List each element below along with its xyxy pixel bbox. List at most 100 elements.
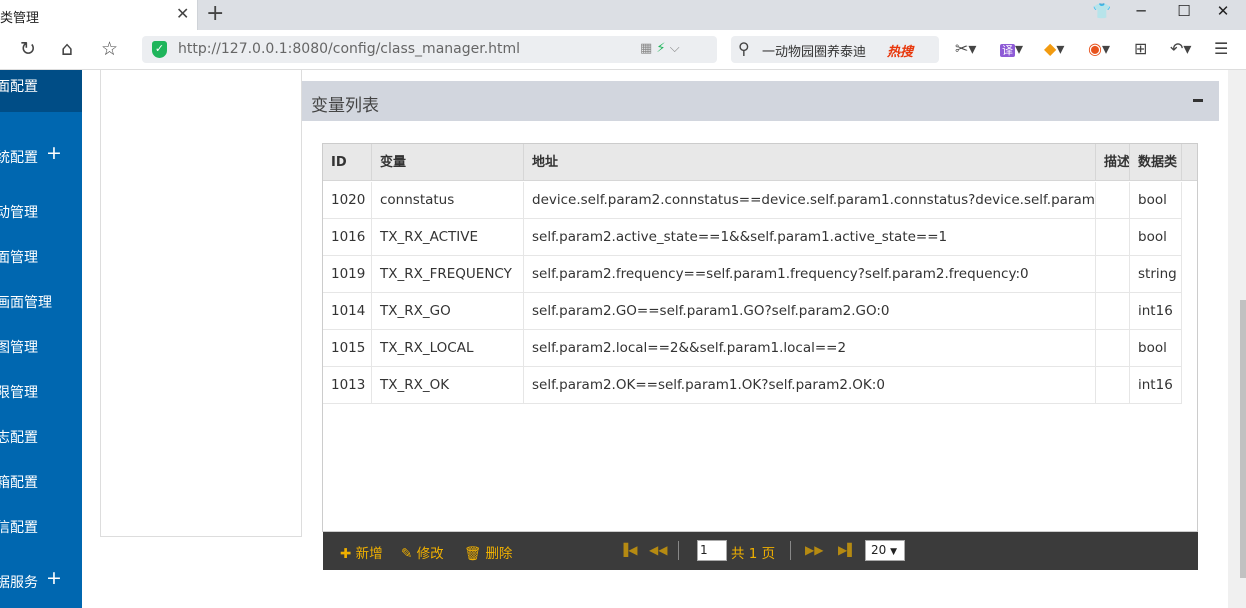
- variable-list-header: 变量列表: [302, 81, 1219, 121]
- url-text[interactable]: http://127.0.0.1:8080/config/class_manag…: [178, 41, 520, 57]
- collapse-icon[interactable]: [1193, 99, 1203, 102]
- column-header-description[interactable]: 描述: [1096, 144, 1130, 181]
- sidebar-item[interactable]: 面管理: [0, 247, 38, 267]
- cell-address: self.param2.active_state==1&&self.param1…: [524, 219, 1096, 256]
- table-row[interactable]: 1015 TX_RX_LOCAL self.param2.local==2&&sel…: [323, 330, 1182, 367]
- sidebar-item[interactable]: 信配置: [0, 517, 38, 537]
- cell-address: self.param2.frequency==self.param1.frequ…: [524, 256, 1096, 293]
- sidebar-item[interactable]: 志配置: [0, 427, 38, 447]
- wallet-icon[interactable]: ◆▾: [1044, 39, 1064, 58]
- sidebar-item[interactable]: 限管理: [0, 382, 38, 402]
- tab-close-icon[interactable]: ✕: [176, 4, 189, 23]
- add-button[interactable]: ✚ 新增: [340, 542, 383, 562]
- cell-variable: connstatus: [372, 182, 524, 219]
- sidebar-item-label: 统配置: [0, 150, 38, 166]
- apps-grid-icon[interactable]: ⊞: [1134, 39, 1147, 58]
- dropdown-arrow-icon: ▼: [890, 547, 898, 557]
- cell-description: [1096, 367, 1130, 404]
- scrollbar-thumb[interactable]: [1240, 300, 1246, 578]
- sidebar-item[interactable]: 画面管理: [0, 292, 52, 312]
- browser-tab[interactable]: 类管理 ✕: [0, 0, 198, 30]
- skin-icon[interactable]: 👕: [1087, 2, 1117, 20]
- cell-id: 1015: [323, 330, 372, 367]
- page-input[interactable]: 1: [697, 540, 727, 561]
- column-header-address[interactable]: 地址: [524, 144, 1096, 181]
- menu-icon[interactable]: ☰: [1214, 39, 1228, 58]
- column-header-datatype[interactable]: 数据类: [1130, 144, 1182, 181]
- hot-search-label[interactable]: 热搜: [887, 41, 913, 60]
- table-row[interactable]: 1014 TX_RX_GO self.param2.GO==self.param1.…: [323, 293, 1182, 330]
- pager-separator: [790, 541, 791, 560]
- sidebar-item-label: 据服务: [0, 575, 38, 591]
- cell-description: [1096, 293, 1130, 330]
- table-row[interactable]: 1020 connstatus device.self.param2.connsta…: [323, 182, 1182, 219]
- security-shield-icon: ✓: [152, 41, 167, 58]
- cell-variable: TX_RX_ACTIVE: [372, 219, 524, 256]
- cell-id: 1014: [323, 293, 372, 330]
- close-window-icon[interactable]: ✕: [1208, 2, 1238, 20]
- expand-plus-icon[interactable]: +: [46, 142, 62, 164]
- page-size-value: 20: [871, 543, 887, 557]
- bookmark-star-icon[interactable]: ☆: [101, 38, 118, 60]
- column-header-variable[interactable]: 变量: [372, 144, 524, 181]
- table-row[interactable]: 1013 TX_RX_OK self.param2.OK==self.param1.…: [323, 367, 1182, 404]
- sidebar-item[interactable]: 箱配置: [0, 472, 38, 492]
- table-row[interactable]: 1016 TX_RX_ACTIVE self.param2.active_state…: [323, 219, 1182, 256]
- tab-title: 类管理: [0, 11, 40, 26]
- cell-variable: TX_RX_LOCAL: [372, 330, 524, 367]
- edit-button[interactable]: ✎ 修改: [401, 542, 444, 562]
- search-text[interactable]: 一动物园圈养泰迪: [762, 41, 866, 60]
- search-icon: ⚲: [738, 39, 750, 58]
- browser-tab-bar: 类管理 ✕ + 👕 ─ ☐ ✕: [0, 0, 1246, 30]
- cell-description: [1096, 219, 1130, 256]
- maximize-icon[interactable]: ☐: [1169, 2, 1199, 20]
- grid-pager: ✚ 新增 ✎ 修改 🗑 删除 ▐◀ ◀◀ 1 共 1 页 ▶▶ ▶▌ 20 ▼: [323, 532, 1198, 570]
- last-page-icon[interactable]: ▶▌: [838, 543, 856, 557]
- delete-label: 删除: [485, 546, 513, 562]
- sidebar-item-label: 面配置: [0, 79, 38, 95]
- table-row[interactable]: 1019 TX_RX_FREQUENCY self.param2.frequency…: [323, 256, 1182, 293]
- cell-datatype: bool: [1130, 219, 1182, 256]
- cell-datatype: int16: [1130, 293, 1182, 330]
- reload-icon[interactable]: ↻: [20, 38, 36, 60]
- game-icon[interactable]: ◉▾: [1088, 39, 1110, 58]
- cell-id: 1020: [323, 182, 372, 219]
- search-box[interactable]: ⚲ 一动物园圈养泰迪 热搜: [731, 36, 939, 63]
- prev-page-icon[interactable]: ◀◀: [649, 543, 667, 557]
- cell-datatype: int16: [1130, 367, 1182, 404]
- undo-icon[interactable]: ↶▾: [1170, 39, 1191, 58]
- translate-icon[interactable]: 译 ▾: [1000, 39, 1023, 58]
- scissors-icon[interactable]: ✂▾: [955, 39, 976, 58]
- cell-datatype: bool: [1130, 330, 1182, 367]
- cell-description: [1096, 182, 1130, 219]
- cell-variable: TX_RX_FREQUENCY: [372, 256, 524, 293]
- delete-button[interactable]: 🗑 删除: [464, 542, 512, 562]
- edit-label: 修改: [416, 546, 444, 562]
- class-tree-panel: [100, 70, 302, 537]
- first-page-icon[interactable]: ▐◀: [619, 543, 637, 557]
- next-page-icon[interactable]: ▶▶: [805, 543, 823, 557]
- cell-datatype: string: [1130, 256, 1182, 293]
- add-label: 新增: [355, 546, 383, 562]
- sidebar-item[interactable]: 动管理: [0, 202, 38, 222]
- sidebar: 面配置 统配置 + 动管理 面管理 画面管理 图管理 限管理 志配置 箱配置 信…: [0, 70, 82, 608]
- new-tab-icon[interactable]: +: [206, 1, 224, 26]
- minimize-icon[interactable]: ─: [1126, 2, 1156, 20]
- browser-nav-bar: ↻ ⌂ ☆ ✓ http://127.0.0.1:8080/config/cla…: [0, 30, 1246, 70]
- page-size-select[interactable]: 20 ▼: [865, 540, 905, 561]
- sidebar-active-item[interactable]: 面配置: [0, 70, 82, 112]
- home-icon[interactable]: ⌂: [61, 38, 73, 60]
- cell-address: device.self.param2.connstatus==device.se…: [524, 182, 1096, 219]
- cell-description: [1096, 256, 1130, 293]
- cell-datatype: bool: [1130, 182, 1182, 219]
- address-tools-icon[interactable]: ▦ ⚡ ⌵: [640, 41, 680, 56]
- sidebar-item[interactable]: 图管理: [0, 337, 38, 357]
- variable-grid: ID 变量 地址 描述 数据类 1020 connstatus device.sel…: [322, 143, 1198, 532]
- address-bar[interactable]: ✓ http://127.0.0.1:8080/config/class_man…: [142, 36, 717, 63]
- expand-plus-icon[interactable]: +: [46, 567, 62, 589]
- cell-description: [1096, 330, 1130, 367]
- cell-id: 1016: [323, 219, 372, 256]
- column-header-id[interactable]: ID: [323, 144, 372, 181]
- panel-title: 变量列表: [311, 96, 379, 116]
- cell-id: 1019: [323, 256, 372, 293]
